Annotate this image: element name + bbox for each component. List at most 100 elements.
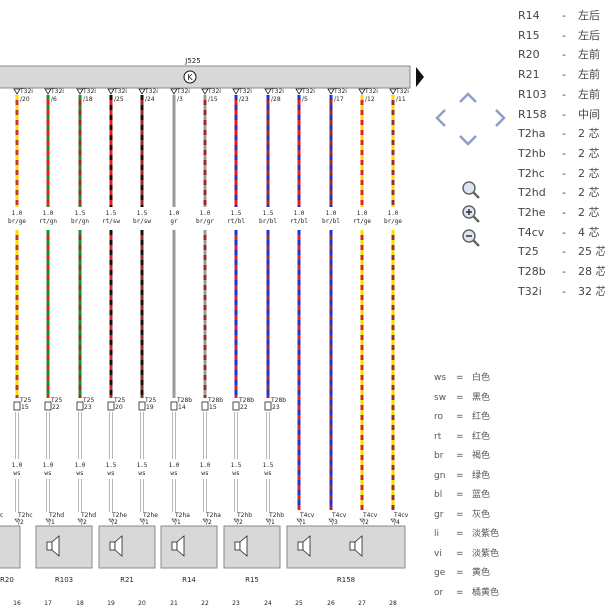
color-name: 白色 xyxy=(472,373,491,383)
bottom-connector-pin: /2 xyxy=(206,519,212,526)
legend-dash: - xyxy=(562,28,566,42)
legend-code: T2hb xyxy=(518,146,546,160)
wire-size-label: 1.0 xyxy=(357,210,368,217)
color-name: 橘黄色 xyxy=(472,587,500,598)
color-eq: = xyxy=(456,529,464,539)
wire-color-label: br/bl xyxy=(322,218,340,225)
control-unit-bar xyxy=(0,65,411,89)
connector-name: T28b xyxy=(270,397,286,404)
top-pin-label: T32i xyxy=(144,88,158,95)
legend-desc: 中间 xyxy=(578,107,600,121)
wire-color-label: br/gn xyxy=(71,218,89,225)
connector-name: T25 xyxy=(113,397,125,404)
wire-color-label: rt/gn xyxy=(39,218,57,225)
column-number: 19 xyxy=(107,600,115,607)
color-eq: = xyxy=(456,451,464,461)
connector-name: T25 xyxy=(82,397,94,404)
lower-wire-color: ws xyxy=(107,470,115,477)
color-name: 黄色 xyxy=(472,568,491,578)
connector-name: T28b xyxy=(207,397,223,404)
zoom-in-icon[interactable] xyxy=(461,204,481,224)
connector-pin: 22 xyxy=(240,404,248,411)
wire-size-label: 1.0 xyxy=(388,210,399,217)
speaker-box xyxy=(160,525,218,569)
wire-size-label: 1.5 xyxy=(231,210,242,217)
bottom-connector-pin: /2 xyxy=(18,519,24,526)
partial-speaker-label: R20 xyxy=(0,576,14,584)
legend-desc: 2 芯 xyxy=(578,146,600,160)
legend-desc: 32 芯 xyxy=(578,284,605,298)
bottom-connector: T2ha xyxy=(205,512,221,519)
column-number: 16 xyxy=(13,600,21,607)
partial-speaker-box xyxy=(0,525,21,569)
color-abbr: ge xyxy=(434,568,446,578)
legend-code: T32i xyxy=(518,284,542,298)
color-eq: = xyxy=(456,548,464,559)
color-abbr: br xyxy=(434,451,444,461)
lower-wire-size: 1.0 xyxy=(12,462,23,469)
wire-color-label: rt/bl xyxy=(290,218,308,225)
speaker-box xyxy=(35,525,93,569)
speaker-label: R15 xyxy=(245,576,259,584)
top-pin-number: /18 xyxy=(83,96,93,103)
legend-code: R21 xyxy=(518,68,540,82)
legend-dash: - xyxy=(562,186,566,200)
bottom-connector: T2hd xyxy=(48,512,64,519)
lower-wire-color: ws xyxy=(201,470,209,477)
right-panel: R14- 左后 R15- 左后 R20- 左前 R21- 左前 R103- 左前 R158- 中间 T2… xyxy=(415,0,605,608)
zoom-out-icon[interactable] xyxy=(461,228,481,248)
top-pin-number: /15 xyxy=(208,96,218,103)
zoom-icon[interactable] xyxy=(461,180,481,200)
legend-code: R14 xyxy=(518,9,540,22)
top-pin-number: /23 xyxy=(239,96,249,103)
top-pin-label: T32i xyxy=(333,88,347,95)
wire-color-label: br/sw xyxy=(133,218,151,225)
bottom-connector: T4cv xyxy=(299,512,315,519)
color-name: 淡紫色 xyxy=(472,548,500,559)
legend-desc: 2 芯 xyxy=(578,127,600,141)
legend-desc: 左前 xyxy=(578,87,600,101)
left-arrow-icon[interactable] xyxy=(433,108,447,128)
speaker-label: R14 xyxy=(182,576,196,584)
up-arrow-icon[interactable] xyxy=(458,90,478,104)
lower-wire-color: ws xyxy=(232,470,240,477)
color-name: 绿色 xyxy=(472,470,491,481)
wire-color-label: br/gr xyxy=(196,218,214,225)
down-arrow-icon[interactable] xyxy=(458,134,478,148)
speaker-magnet xyxy=(171,541,178,551)
legend-dash: - xyxy=(562,127,566,141)
legend-desc: 左前 xyxy=(578,48,600,62)
wire-size-label: 1.0 xyxy=(169,210,180,217)
top-pin-number: /25 xyxy=(114,96,124,103)
legend-code: R158 xyxy=(518,107,547,121)
color-name: 红色 xyxy=(472,431,491,442)
color-eq: = xyxy=(456,587,464,598)
bottom-connector: T2hc xyxy=(17,512,33,519)
bottom-connector: T2hb xyxy=(268,512,284,519)
connector-pin: 15 xyxy=(209,404,217,411)
legend-desc: 25 芯 xyxy=(578,245,605,259)
color-abbr: ws xyxy=(434,373,447,383)
color-abbr: or xyxy=(434,587,444,598)
color-eq: = xyxy=(456,490,464,500)
top-pin-number: /3 xyxy=(177,96,183,103)
top-pin-label: T32i xyxy=(270,88,284,95)
column-number: 24 xyxy=(264,600,272,607)
color-abbr: sw xyxy=(434,392,447,403)
color-abbr: gn xyxy=(434,470,446,481)
right-arrow-icon[interactable] xyxy=(494,108,508,128)
color-abbr: ro xyxy=(434,412,444,422)
legend-code: T2ha xyxy=(518,127,546,141)
legend-code: T4cv xyxy=(518,225,545,239)
legend-dash: - xyxy=(562,284,566,298)
top-pin-label: T32i xyxy=(82,88,96,95)
top-pin-number: /11 xyxy=(396,96,406,103)
lower-wire-color: ws xyxy=(76,470,84,477)
top-pin-number: /20 xyxy=(20,96,30,103)
wire-size-label: 1.5 xyxy=(75,210,86,217)
bottom-connector: T2hd xyxy=(80,512,96,519)
top-pin-number: /6 xyxy=(51,96,57,103)
color-name: 褐色 xyxy=(472,451,491,461)
color-eq: = xyxy=(456,373,464,383)
lower-wire-size: 1.0 xyxy=(200,462,211,469)
